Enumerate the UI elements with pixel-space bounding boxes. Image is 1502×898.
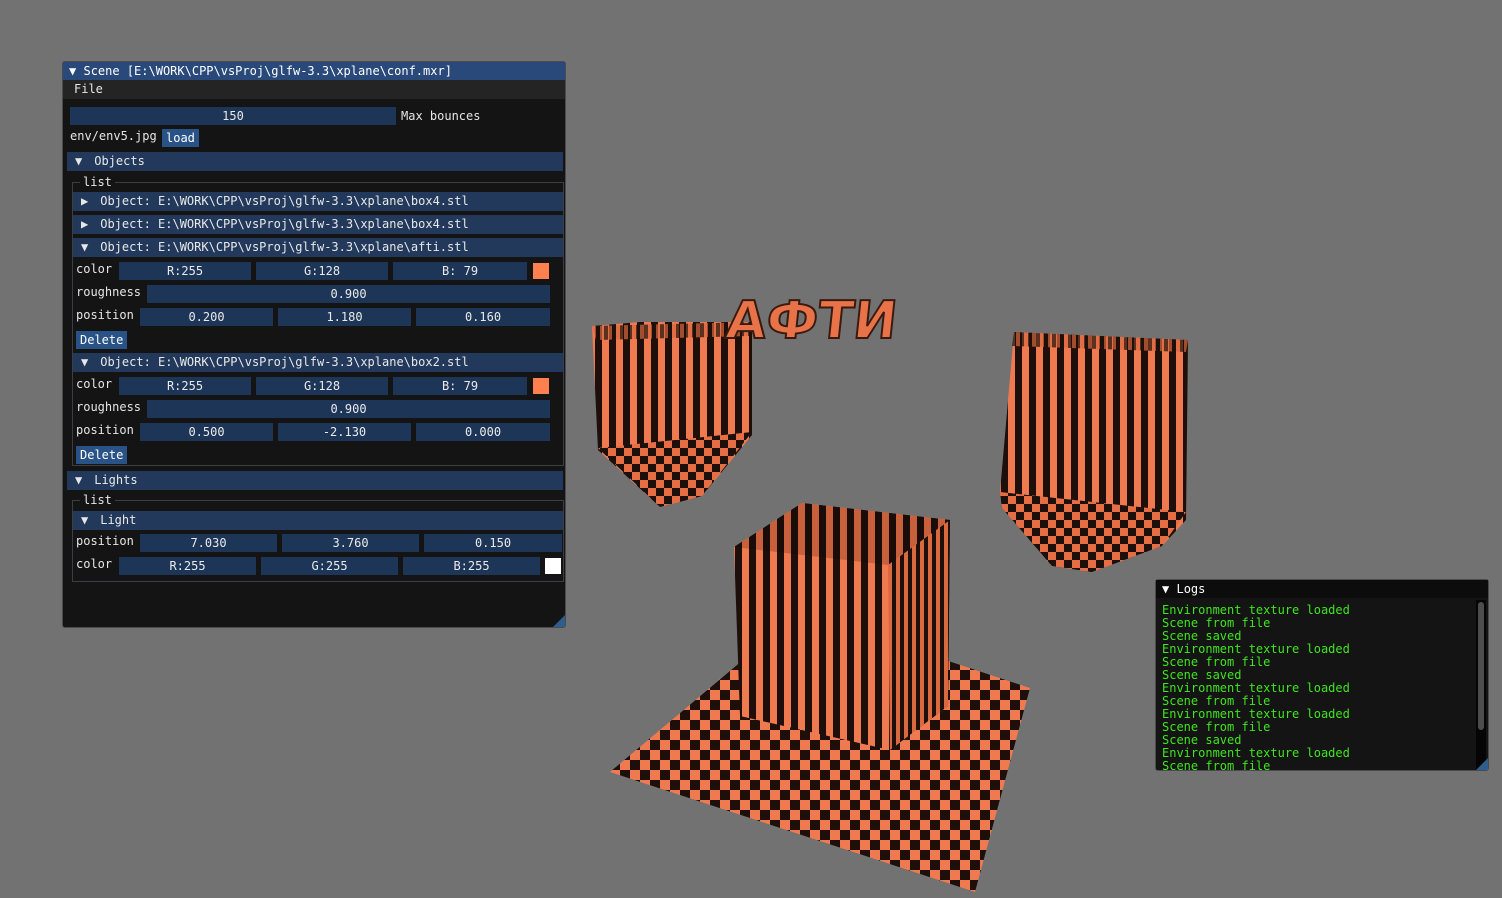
delete-button[interactable]: Delete	[76, 331, 128, 349]
logs-window: ▼ Logs Environment texture loaded Scene …	[1155, 579, 1489, 771]
object-item-collapsed[interactable]: ▶ Object: E:\WORK\CPP\vsProj\glfw-3.3\xp…	[73, 215, 563, 234]
position-z-input[interactable]: 0.160	[416, 308, 550, 326]
color-label: color	[76, 262, 113, 276]
position-y-input[interactable]: -2.130	[278, 423, 411, 441]
light-color-b-input[interactable]: B:255	[403, 557, 540, 575]
position-label: position	[76, 308, 134, 322]
log-list: Environment texture loaded Scene from fi…	[1162, 604, 1474, 770]
log-scrollbar[interactable]	[1476, 600, 1486, 770]
object-item-expanded[interactable]: ▼ Object: E:\WORK\CPP\vsProj\glfw-3.3\xp…	[73, 238, 563, 257]
position-x-input[interactable]: 0.200	[140, 308, 273, 326]
object-item-expanded[interactable]: ▼ Object: E:\WORK\CPP\vsProj\glfw-3.3\xp…	[73, 353, 563, 372]
color-swatch[interactable]	[533, 378, 549, 394]
collapse-triangle-icon: ▼	[81, 240, 89, 254]
light-position-x-input[interactable]: 7.030	[140, 534, 277, 552]
lights-header[interactable]: ▼ Lights	[67, 471, 563, 490]
load-button[interactable]: load	[162, 129, 199, 147]
resize-grip-icon[interactable]	[553, 615, 565, 627]
right-hopper-object	[1000, 332, 1188, 572]
light-item[interactable]: ▼ Light	[73, 511, 563, 530]
light-position-y-input[interactable]: 3.760	[282, 534, 419, 552]
collapse-triangle-icon: ▼	[81, 513, 89, 527]
expand-triangle-icon: ▶	[81, 217, 89, 231]
objects-header[interactable]: ▼ Objects	[67, 152, 563, 171]
max-bounces-input[interactable]: 150	[70, 107, 396, 125]
color-swatch[interactable]	[533, 263, 549, 279]
color-b-input[interactable]: B: 79	[393, 377, 527, 395]
light-position-z-input[interactable]: 0.150	[424, 534, 562, 552]
light-color-g-input[interactable]: G:255	[261, 557, 398, 575]
light-color-r-input[interactable]: R:255	[119, 557, 256, 575]
light-color-swatch[interactable]	[545, 558, 561, 574]
position-z-input[interactable]: 0.000	[416, 423, 550, 441]
position-label: position	[76, 534, 134, 548]
objects-list-label: list	[80, 176, 115, 188]
logs-window-titlebar[interactable]: ▼ Logs	[1156, 580, 1488, 598]
position-y-input[interactable]: 1.180	[278, 308, 411, 326]
scene-window: ▼ Scene [E:\WORK\CPP\vsProj\glfw-3.3\xpl…	[62, 61, 566, 628]
max-bounces-label: Max bounces	[401, 109, 481, 123]
logs-window-title: Logs	[1176, 582, 1206, 596]
env-file-label: env/env5.jpg	[70, 129, 157, 143]
collapse-triangle-icon: ▼	[75, 154, 83, 168]
color-label: color	[76, 377, 113, 391]
collapse-triangle-icon: ▼	[81, 355, 89, 369]
roughness-label: roughness	[76, 400, 142, 414]
resize-grip-icon[interactable]	[1476, 758, 1488, 770]
delete-button[interactable]: Delete	[76, 446, 128, 464]
log-line: Scene from file	[1162, 759, 1271, 771]
lights-list-label: list	[80, 494, 115, 506]
object-item-collapsed[interactable]: ▶ Object: E:\WORK\CPP\vsProj\glfw-3.3\xp…	[73, 192, 563, 211]
menu-bar: File	[63, 80, 565, 99]
color-label: color	[76, 557, 113, 571]
scene-window-title: Scene [E:\WORK\CPP\vsProj\glfw-3.3\xplan…	[83, 64, 452, 78]
center-cube-object	[734, 503, 950, 750]
collapse-triangle-icon[interactable]: ▼	[1162, 582, 1169, 596]
color-b-input[interactable]: B: 79	[393, 262, 527, 280]
scene-window-titlebar[interactable]: ▼ Scene [E:\WORK\CPP\vsProj\glfw-3.3\xpl…	[63, 62, 565, 80]
expand-triangle-icon: ▶	[81, 194, 89, 208]
collapse-triangle-icon: ▼	[75, 473, 83, 487]
roughness-slider[interactable]: 0.900	[147, 285, 550, 303]
roughness-slider[interactable]: 0.900	[147, 400, 550, 418]
roughness-label: roughness	[76, 285, 142, 299]
position-label: position	[76, 423, 134, 437]
log-scrollbar-thumb[interactable]	[1478, 602, 1484, 730]
color-g-input[interactable]: G:128	[256, 262, 388, 280]
color-g-input[interactable]: G:128	[256, 377, 388, 395]
position-x-input[interactable]: 0.500	[140, 423, 273, 441]
menu-file[interactable]: File	[74, 80, 103, 99]
collapse-triangle-icon[interactable]: ▼	[69, 64, 76, 78]
color-r-input[interactable]: R:255	[119, 377, 251, 395]
afti-text-object: АФТИ	[723, 291, 900, 351]
color-r-input[interactable]: R:255	[119, 262, 251, 280]
